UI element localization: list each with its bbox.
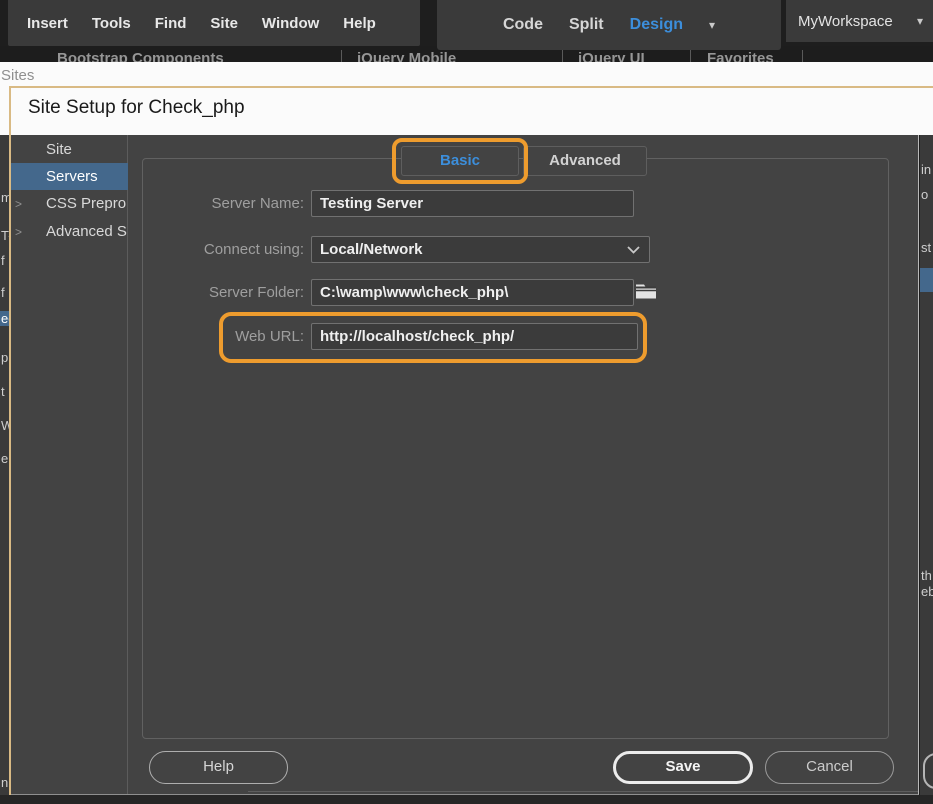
web-url-row: Web URL: http://localhost/check_php/ bbox=[129, 323, 638, 350]
sidebar-item-site[interactable]: Site bbox=[10, 137, 128, 163]
dialog-sidebar: Site Servers > CSS Prepro > Advanced S bbox=[10, 135, 128, 794]
cancel-button[interactable]: Cancel bbox=[765, 751, 894, 784]
connect-using-row: Connect using: Local/Network bbox=[129, 236, 650, 263]
view-mode-code[interactable]: Code bbox=[503, 16, 543, 34]
tab-separator bbox=[690, 50, 691, 62]
chevron-down-icon bbox=[627, 246, 640, 254]
chevron-right-icon: > bbox=[15, 225, 23, 239]
menu-item-help[interactable]: Help bbox=[343, 15, 376, 32]
web-url-input[interactable]: http://localhost/check_php/ bbox=[311, 323, 638, 350]
server-folder-input[interactable]: C:\wamp\www\check_php\ bbox=[311, 279, 634, 306]
chevron-right-icon: > bbox=[15, 197, 23, 211]
sidebar-item-label: CSS Prepro bbox=[46, 195, 127, 212]
server-folder-row: Server Folder: C:\wamp\www\check_php\ bbox=[129, 279, 634, 306]
background-text-fragment: st bbox=[921, 240, 932, 255]
background-text-fragment: f bbox=[1, 285, 5, 300]
dialog-footer-divider bbox=[248, 791, 918, 792]
menu-item-site[interactable]: Site bbox=[210, 15, 238, 32]
background-text-fragment: T- bbox=[1, 228, 9, 243]
background-bottom-edge bbox=[0, 795, 933, 804]
background-text-fragment: th bbox=[921, 568, 932, 583]
menu-item-window[interactable]: Window bbox=[262, 15, 319, 32]
background-text-fragment: eb bbox=[921, 584, 933, 599]
menu-bar: Insert Tools Find Site Window Help bbox=[8, 0, 420, 46]
background-text-fragment: o bbox=[921, 187, 929, 202]
background-text-fragment: e bbox=[1, 451, 9, 466]
help-button[interactable]: Help bbox=[149, 751, 288, 784]
background-button-fragment bbox=[923, 753, 933, 789]
insert-tab-jquery-ui[interactable]: jQuery UI bbox=[578, 50, 645, 62]
background-text-fragment: W bbox=[1, 418, 9, 433]
manage-sites-header: Sites bbox=[1, 67, 35, 84]
background-text-fragment: t bbox=[1, 384, 5, 399]
connect-using-value: Local/Network bbox=[320, 241, 423, 258]
sidebar-item-servers[interactable]: Servers bbox=[10, 163, 128, 190]
tab-separator bbox=[802, 50, 803, 62]
insert-tab-jquery-mobile[interactable]: jQuery Mobile bbox=[357, 50, 456, 62]
browse-folder-button[interactable] bbox=[634, 281, 658, 301]
sidebar-item-advanced-settings[interactable]: > Advanced S bbox=[10, 219, 128, 245]
chevron-down-icon[interactable]: ▾ bbox=[709, 18, 715, 32]
web-url-label: Web URL: bbox=[235, 328, 304, 345]
sidebar-item-label: Advanced S bbox=[46, 223, 127, 240]
background-text-fragment: in bbox=[921, 162, 932, 177]
workspace-label: MyWorkspace bbox=[798, 12, 893, 30]
connect-using-label: Connect using: bbox=[203, 241, 304, 258]
menu-item-tools[interactable]: Tools bbox=[92, 15, 131, 32]
folder-icon bbox=[636, 284, 656, 299]
connect-using-select[interactable]: Local/Network bbox=[311, 236, 650, 263]
view-mode-design[interactable]: Design bbox=[630, 16, 683, 34]
site-setup-dialog-body: Site Servers > CSS Prepro > Advanced S Bas… bbox=[10, 135, 919, 795]
tab-separator bbox=[341, 50, 342, 62]
background-selected-row-fragment: ec bbox=[0, 311, 9, 326]
tab-basic[interactable]: Basic bbox=[401, 146, 519, 176]
view-mode-split[interactable]: Split bbox=[569, 16, 604, 34]
background-text-fragment: n bbox=[1, 775, 9, 790]
dreamweaver-window: Insert Tools Find Site Window Help Code … bbox=[0, 0, 933, 804]
background-window-left-edge: m T- f f ec p t W e n bbox=[0, 135, 9, 795]
dialog-title-area: Sites Site Setup for Check_php bbox=[0, 62, 933, 135]
dialog-top-border bbox=[10, 86, 933, 88]
background-text-fragment: p bbox=[1, 350, 9, 365]
tab-separator bbox=[562, 50, 563, 62]
background-text-fragment: m bbox=[1, 190, 9, 205]
insert-tab-favorites[interactable]: Favorites bbox=[707, 50, 774, 62]
tab-advanced[interactable]: Advanced bbox=[523, 146, 647, 176]
server-name-label: Server Name: bbox=[211, 195, 304, 212]
background-text-fragment: f bbox=[1, 253, 5, 268]
chevron-down-icon: ▾ bbox=[916, 14, 923, 28]
server-name-row: Server Name: Testing Server bbox=[129, 190, 634, 217]
insert-tab-bootstrap-components[interactable]: Bootstrap Components bbox=[57, 50, 224, 62]
background-window-right-edge: in o st th eb bbox=[920, 135, 933, 795]
server-folder-label: Server Folder: bbox=[208, 284, 304, 301]
dialog-main: Basic Advanced Server Name: Testing Serv… bbox=[129, 135, 918, 794]
save-button[interactable]: Save bbox=[613, 751, 753, 784]
view-switcher: Code Split Design ▾ bbox=[437, 0, 781, 50]
dialog-title: Site Setup for Check_php bbox=[28, 97, 245, 118]
dialog-left-border bbox=[9, 86, 11, 796]
workspace-switcher[interactable]: MyWorkspace ▾ bbox=[786, 0, 933, 42]
server-name-input[interactable]: Testing Server bbox=[311, 190, 634, 217]
sidebar-item-css-preprocessors[interactable]: > CSS Prepro bbox=[10, 191, 128, 217]
menu-item-find[interactable]: Find bbox=[155, 15, 187, 32]
menu-item-insert[interactable]: Insert bbox=[27, 15, 68, 32]
background-selected-row-fragment bbox=[920, 268, 933, 292]
